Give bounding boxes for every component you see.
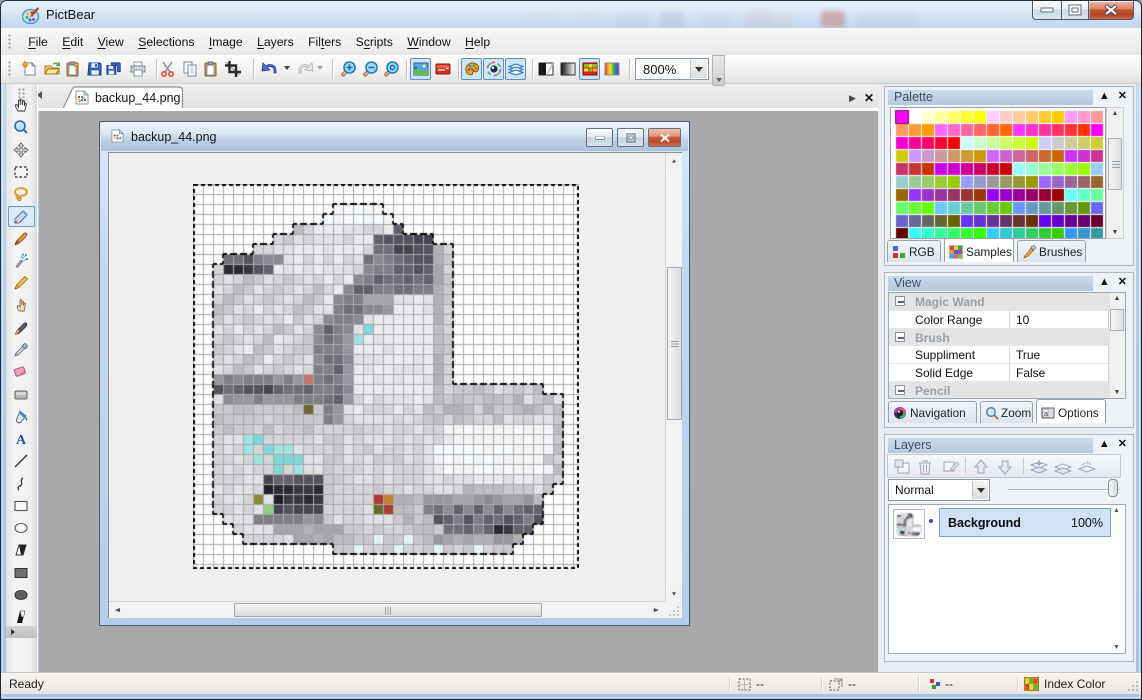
svg-text:A: A xyxy=(16,433,27,447)
svg-text:a: a xyxy=(1044,411,1048,418)
